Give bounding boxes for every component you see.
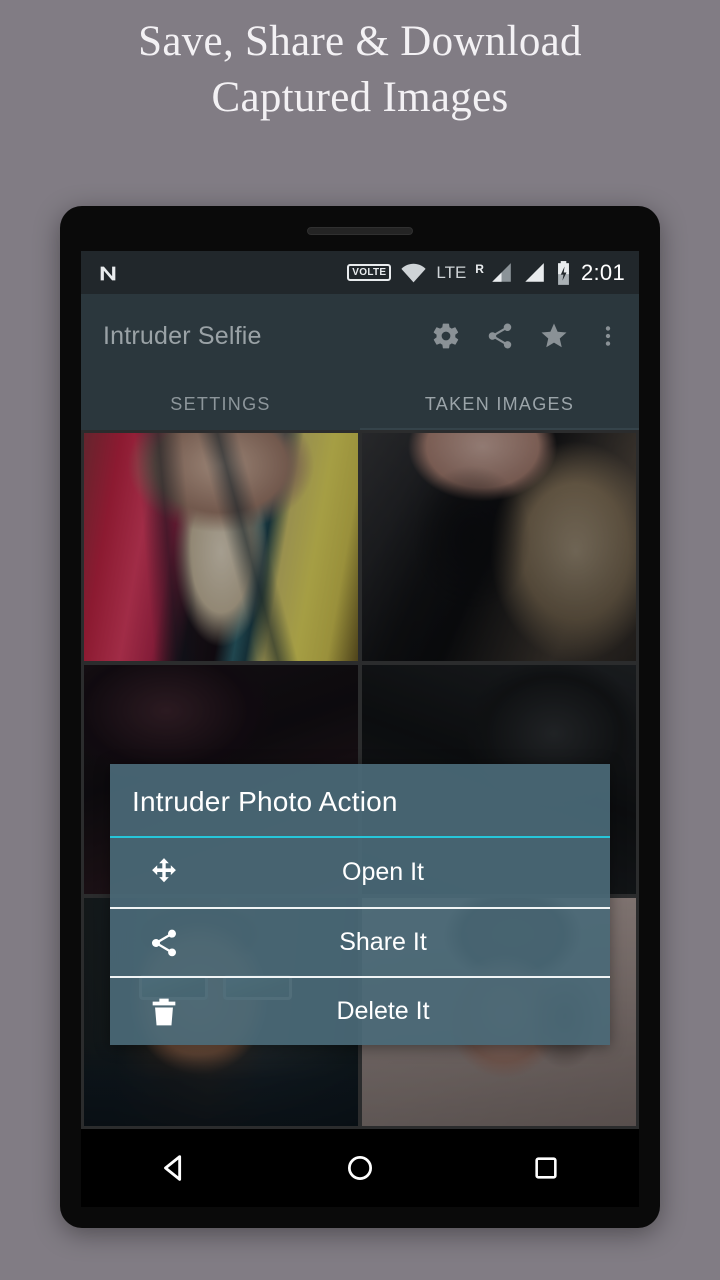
status-bar: VOLTE LTE R 2:01 (81, 251, 639, 294)
tab-bar: SETTINGS TAKEN IMAGES (81, 378, 639, 430)
phone-device: VOLTE LTE R 2:01 Intruder Selfie SETTING… (60, 206, 660, 1228)
dialog-item-label: Delete It (336, 997, 430, 1025)
overflow-menu-icon[interactable] (593, 321, 623, 351)
photo-thumbnail[interactable] (362, 433, 636, 662)
move-arrows-icon (110, 856, 218, 890)
status-bar-right: VOLTE LTE R 2:01 (347, 260, 625, 286)
wifi-icon (400, 262, 427, 284)
promo-heading: Save, Share & Download Captured Images (0, 14, 720, 126)
tab-settings[interactable]: SETTINGS (81, 378, 360, 430)
status-bar-left (97, 262, 119, 284)
dialog-item-delete-it[interactable]: Delete It (110, 976, 610, 1045)
dialog-item-share-it[interactable]: Share It (110, 907, 610, 976)
recents-square-icon[interactable] (524, 1146, 568, 1190)
status-bar-clock: 2:01 (580, 259, 625, 285)
dialog-title: Intruder Photo Action (132, 786, 398, 817)
screenshot-stage: Save, Share & Download Captured Images V… (0, 0, 720, 1280)
trash-icon (110, 996, 218, 1028)
back-triangle-icon[interactable] (152, 1146, 196, 1190)
photo-thumbnail[interactable] (84, 433, 358, 662)
home-circle-icon[interactable] (338, 1146, 382, 1190)
share-icon (110, 927, 218, 959)
signal-bars-icon (489, 262, 513, 284)
app-bar-actions (431, 321, 623, 351)
volte-badge: VOLTE (347, 264, 392, 281)
dialog-item-open-it[interactable]: Open It (110, 838, 610, 907)
star-icon[interactable] (539, 321, 569, 351)
app-title: Intruder Selfie (103, 321, 262, 350)
earpiece-speaker (307, 227, 413, 235)
dialog-item-label: Open It (342, 858, 424, 886)
network-type-label: LTE (436, 263, 467, 282)
phone-screen: VOLTE LTE R 2:01 Intruder Selfie SETTING… (81, 251, 639, 1129)
android-navigation-bar (81, 1129, 639, 1207)
settings-gear-icon[interactable] (431, 321, 461, 351)
signal-bars-icon (522, 262, 546, 284)
battery-charging-icon (555, 260, 572, 286)
promo-line-2: Captured Images (211, 74, 509, 121)
promo-line-1: Save, Share & Download (138, 18, 582, 65)
android-n-logo-icon (97, 262, 119, 284)
share-icon[interactable] (485, 321, 515, 351)
dialog-item-label: Share It (339, 928, 427, 956)
roaming-indicator: R (475, 261, 484, 276)
app-bar: Intruder Selfie (81, 294, 639, 378)
tab-taken-images[interactable]: TAKEN IMAGES (360, 378, 639, 430)
intruder-photo-action-dialog: Intruder Photo Action Open It Share It D… (110, 764, 610, 1045)
